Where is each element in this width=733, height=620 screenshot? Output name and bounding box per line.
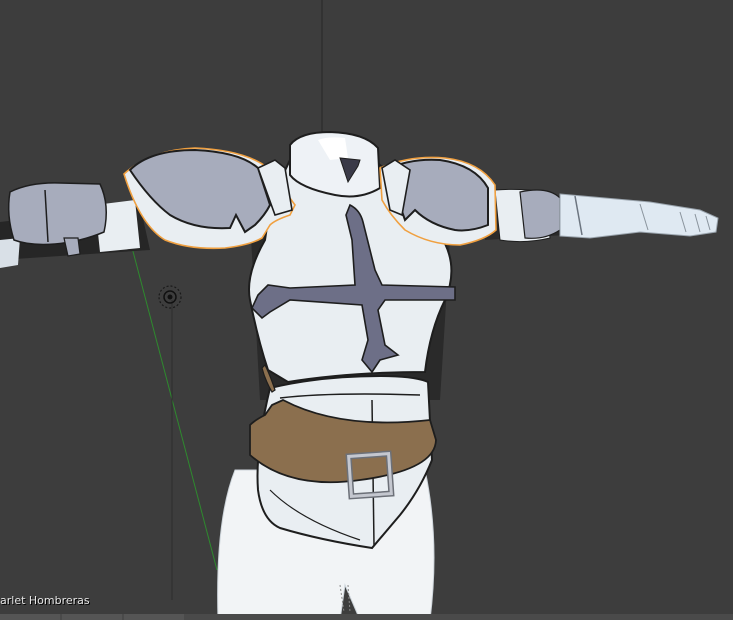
header-segment bbox=[62, 614, 122, 620]
right-arm bbox=[480, 188, 719, 243]
scene-canvas[interactable] bbox=[0, 0, 733, 620]
header-segment bbox=[124, 614, 184, 620]
viewport-header-strip bbox=[0, 614, 733, 620]
3d-viewport[interactable]: arlet Hombreras bbox=[0, 0, 733, 620]
header-segment bbox=[0, 614, 60, 620]
object-name-label: arlet Hombreras bbox=[0, 594, 90, 607]
light-direction-line bbox=[129, 239, 218, 571]
left-arm bbox=[0, 182, 150, 268]
lamp-icon[interactable] bbox=[158, 285, 182, 309]
